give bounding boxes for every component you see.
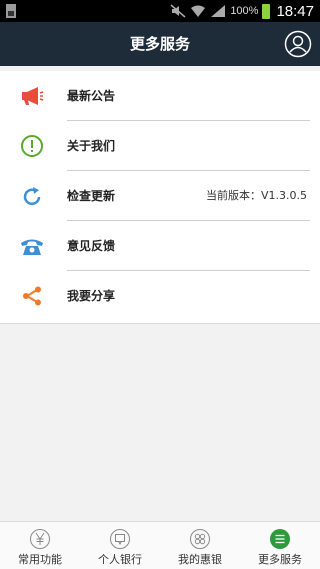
chat-icon bbox=[110, 529, 130, 549]
status-bar: 100% 18:47 bbox=[0, 0, 320, 22]
page-title: 更多服务 bbox=[129, 35, 190, 53]
menu-item-label: 最新公告 bbox=[67, 89, 116, 103]
nav-label: 个人银行 bbox=[98, 553, 142, 566]
clock: 18:47 bbox=[276, 2, 314, 20]
nav-label: 我的惠银 bbox=[178, 553, 222, 566]
sim-card-icon bbox=[6, 4, 16, 18]
menu-item-share[interactable]: 我要分享 bbox=[0, 271, 320, 321]
menu-item-feedback[interactable]: 意见反馈 bbox=[0, 221, 320, 271]
share-icon bbox=[23, 286, 41, 306]
wifi-icon bbox=[191, 5, 206, 17]
grid-icon bbox=[190, 529, 210, 549]
nav-personal-banking[interactable]: 个人银行 bbox=[80, 522, 160, 569]
menu-item-check-update[interactable]: 检查更新 当前版本：V1.3.0.5 bbox=[0, 171, 320, 221]
nav-common-functions[interactable]: 常用功能 bbox=[0, 522, 80, 569]
nav-more-services[interactable]: 更多服务 bbox=[240, 522, 320, 569]
mute-icon bbox=[170, 4, 186, 18]
user-profile-icon[interactable] bbox=[284, 30, 312, 58]
battery-icon bbox=[262, 3, 271, 19]
signal-icon bbox=[211, 5, 226, 17]
yen-icon bbox=[30, 529, 50, 549]
nav-label: 常用功能 bbox=[18, 553, 62, 566]
menu-item-announcements[interactable]: 最新公告 bbox=[0, 71, 320, 121]
info-exclamation-icon bbox=[21, 135, 43, 157]
menu-list: 最新公告 关于我们 检查更新 当前版本：V1.3.0.5 意见反馈 我要分享 bbox=[0, 71, 320, 324]
menu-item-label: 意见反馈 bbox=[67, 239, 116, 253]
nav-my-benefits[interactable]: 我的惠银 bbox=[160, 522, 240, 569]
menu-item-about-us[interactable]: 关于我们 bbox=[0, 121, 320, 171]
battery-percent: 100% bbox=[230, 5, 259, 17]
refresh-icon bbox=[23, 187, 41, 206]
menu-item-label: 检查更新 bbox=[67, 189, 116, 203]
menu-item-label: 关于我们 bbox=[67, 139, 116, 153]
app-header: 更多服务 bbox=[0, 22, 320, 66]
menu-list-icon bbox=[270, 529, 290, 549]
megaphone-icon bbox=[22, 87, 44, 105]
phone-icon bbox=[21, 239, 43, 255]
version-text: 当前版本：V1.3.0.5 bbox=[205, 189, 307, 202]
menu-item-label: 我要分享 bbox=[67, 289, 116, 303]
nav-label: 更多服务 bbox=[258, 553, 302, 566]
bottom-nav: 常用功能 个人银行 我的惠银 更多服务 bbox=[0, 521, 320, 569]
